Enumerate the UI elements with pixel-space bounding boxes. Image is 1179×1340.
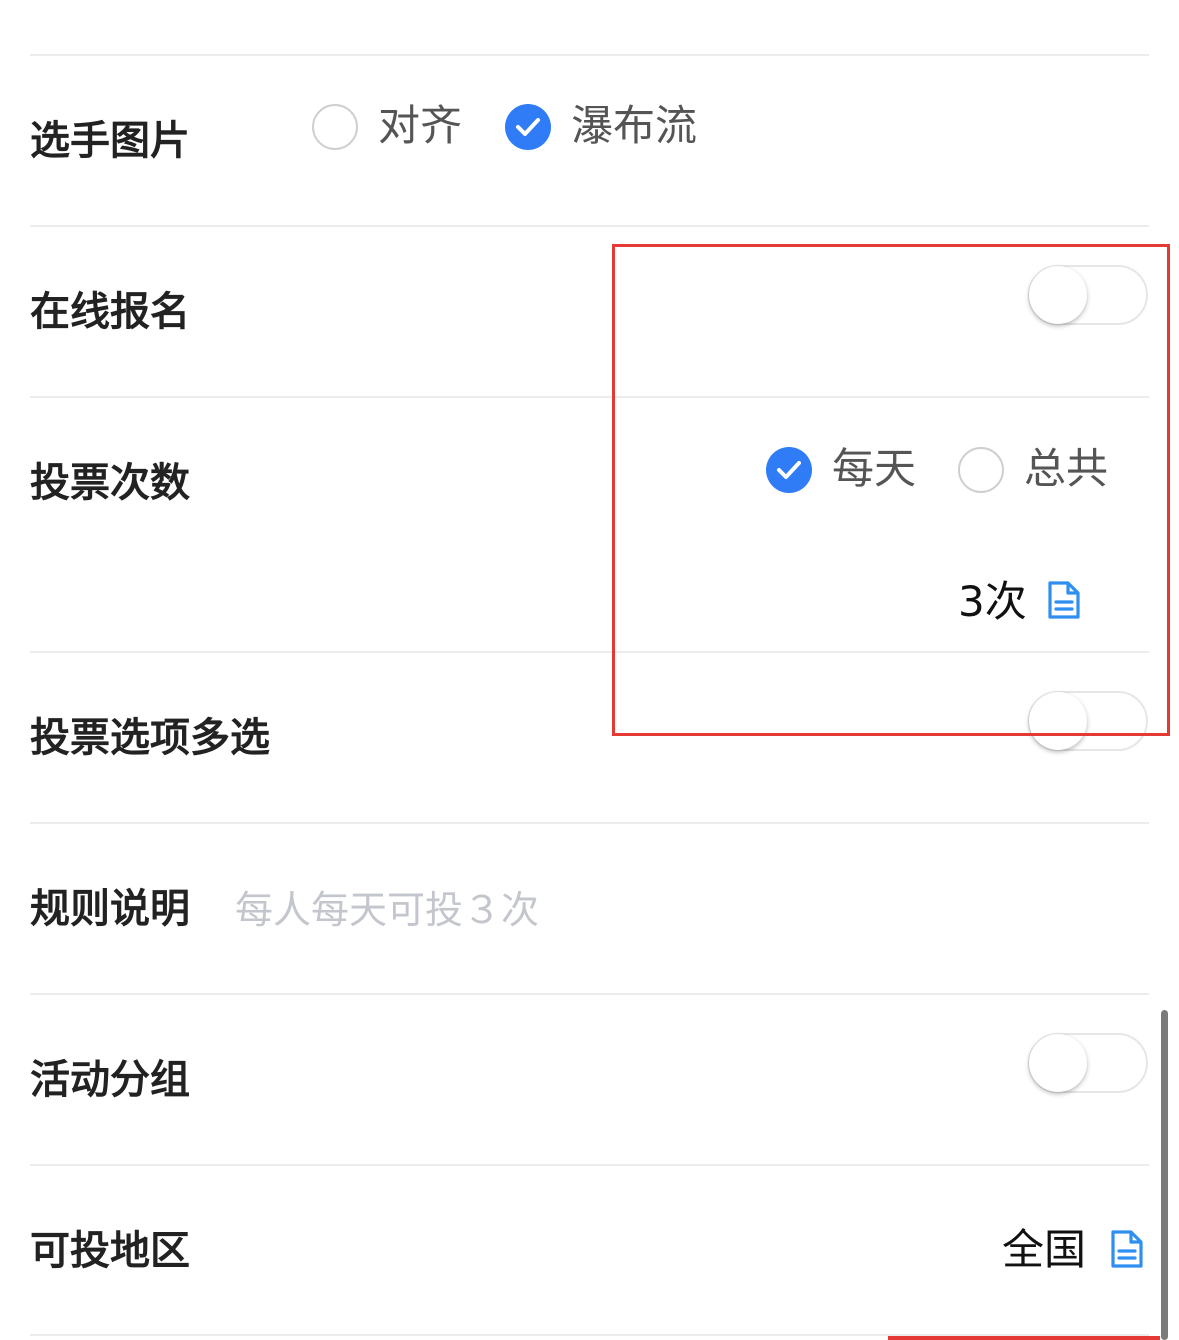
- online-signup-label: 在线报名: [30, 289, 190, 335]
- checkmark-icon: [516, 118, 540, 136]
- multi-select-label: 投票选项多选: [30, 715, 270, 761]
- divider: [30, 1164, 1149, 1166]
- radio-option-align-label[interactable]: 对齐: [378, 101, 462, 151]
- divider: [30, 225, 1149, 227]
- activity-group-label: 活动分组: [30, 1057, 190, 1103]
- highlight-box: [612, 244, 1170, 736]
- toggle-knob: [1029, 1034, 1087, 1092]
- vertical-scrollbar[interactable]: [1161, 1010, 1168, 1340]
- bottom-accent-bar: [888, 1336, 1160, 1340]
- divider: [30, 822, 1149, 824]
- vote-count-label: 投票次数: [30, 460, 190, 506]
- vote-region-value[interactable]: 全国: [1002, 1225, 1086, 1275]
- document-edit-icon[interactable]: [1110, 1229, 1144, 1269]
- divider: [30, 54, 1149, 56]
- divider: [30, 993, 1149, 995]
- activity-group-toggle[interactable]: [1028, 1033, 1148, 1093]
- radio-option-waterfall-label[interactable]: 瀑布流: [571, 101, 697, 151]
- player-image-label: 选手图片: [30, 118, 190, 164]
- rules-input[interactable]: 每人每天可投３次: [235, 887, 539, 933]
- rules-label: 规则说明: [30, 886, 190, 932]
- vote-region-label: 可投地区: [30, 1228, 190, 1274]
- radio-unchecked-icon[interactable]: [312, 104, 358, 150]
- radio-checked-icon[interactable]: [505, 104, 551, 150]
